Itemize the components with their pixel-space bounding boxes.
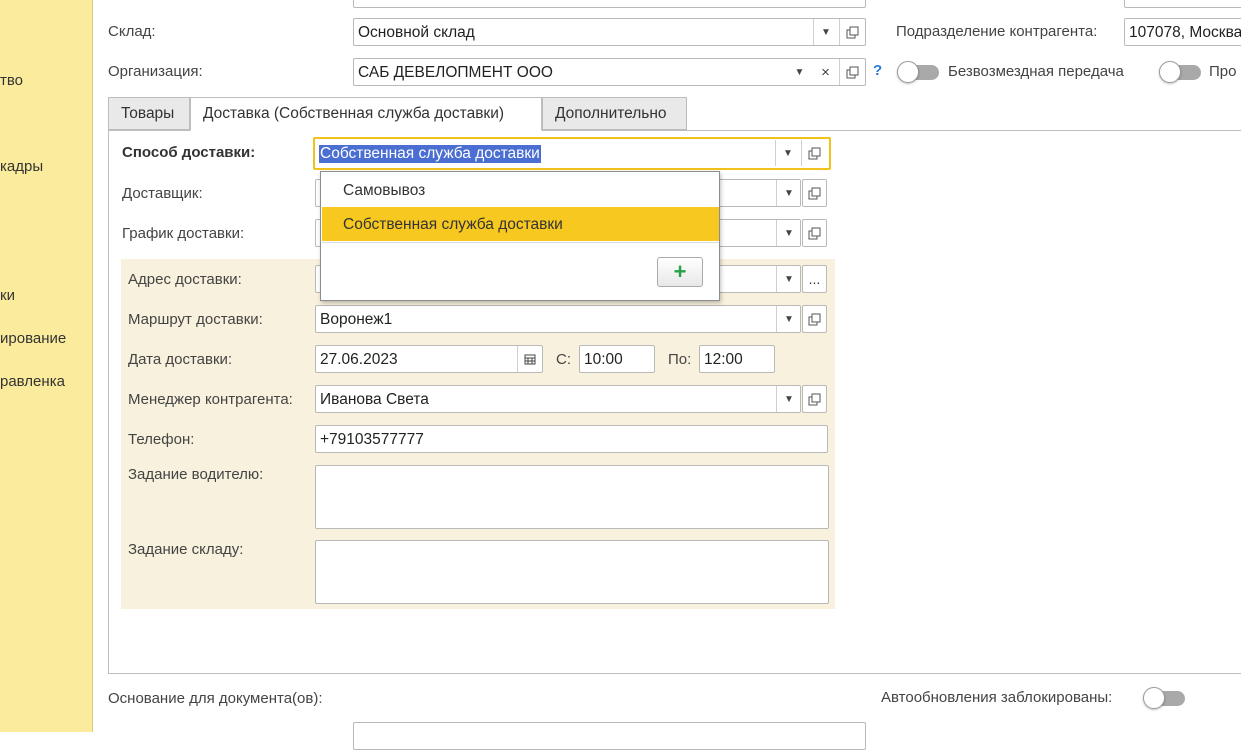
- delivery-method-dropdown: Самовывоз Собственная служба доставки +: [320, 171, 720, 301]
- auto-update-label: Автообновления заблокированы:: [881, 689, 1113, 706]
- chevron-down-icon[interactable]: ▼: [776, 386, 801, 412]
- clear-icon[interactable]: ×: [813, 59, 838, 85]
- date-value: 27.06.2023: [320, 351, 398, 368]
- open-icon[interactable]: [802, 305, 827, 333]
- free-transfer-toggle[interactable]: [897, 61, 939, 83]
- dropdown-option-pickup[interactable]: Самовывоз: [322, 173, 719, 207]
- route-field[interactable]: Воронеж1 ▼: [315, 305, 801, 333]
- date-label: Дата доставки:: [128, 351, 233, 368]
- warehouse-value: Основной склад: [358, 24, 475, 41]
- open-icon[interactable]: [839, 19, 864, 45]
- schedule-label: График доставки:: [122, 225, 245, 242]
- subdivision-value: 107078, Москва: [1129, 24, 1241, 41]
- subdivision-field[interactable]: 107078, Москва: [1124, 18, 1241, 46]
- sidebar-item-5[interactable]: равленка: [0, 373, 65, 390]
- chevron-down-icon[interactable]: ▼: [776, 266, 801, 292]
- to-time-field[interactable]: 12:00: [699, 345, 775, 373]
- manager-label: Менеджер контрагента:: [128, 391, 293, 408]
- tab-additional[interactable]: Дополнительно: [542, 97, 687, 130]
- phone-value: +79103577777: [320, 431, 424, 448]
- sidebar-item-4[interactable]: ирование: [0, 330, 66, 347]
- carrier-label: Доставщик:: [122, 185, 203, 202]
- sidebar-item-3[interactable]: ки: [0, 287, 15, 304]
- tab-delivery[interactable]: Доставка (Собственная служба доставки): [190, 97, 542, 131]
- open-icon[interactable]: [802, 385, 827, 413]
- chevron-down-icon[interactable]: ▼: [775, 140, 800, 166]
- date-field[interactable]: 27.06.2023: [315, 345, 543, 373]
- chevron-down-icon[interactable]: ▼: [813, 19, 838, 45]
- chevron-down-icon[interactable]: ▼: [776, 306, 801, 332]
- calendar-icon[interactable]: [517, 346, 542, 372]
- to-label: По:: [668, 351, 692, 368]
- cutoff-label: Про: [1209, 63, 1237, 80]
- delivery-method-label: Способ доставки:: [122, 144, 256, 161]
- delivery-method-value: Собственная служба доставки: [319, 145, 541, 163]
- manager-field[interactable]: Иванова Света ▼: [315, 385, 801, 413]
- phone-field[interactable]: +79103577777: [315, 425, 828, 453]
- address-label: Адрес доставки:: [128, 271, 242, 288]
- route-value: Воронеж1: [320, 311, 393, 328]
- from-time-field[interactable]: 10:00: [579, 345, 655, 373]
- top-right-cut-field[interactable]: [1124, 0, 1241, 8]
- to-time-value: 12:00: [704, 351, 743, 368]
- driver-task-field[interactable]: [315, 465, 829, 529]
- auto-update-toggle[interactable]: [1143, 687, 1185, 709]
- open-icon[interactable]: [802, 179, 827, 207]
- warehouse-task-field[interactable]: [315, 540, 829, 604]
- open-icon[interactable]: [802, 219, 827, 247]
- dropdown-option-own-service[interactable]: Собственная служба доставки: [322, 207, 719, 241]
- bottom-cut-field[interactable]: [353, 722, 866, 750]
- manager-value: Иванова Света: [320, 391, 429, 408]
- chevron-down-icon[interactable]: ▼: [776, 220, 801, 246]
- chevron-down-icon[interactable]: ▼: [787, 59, 812, 85]
- from-label: С:: [556, 351, 571, 368]
- driver-task-label: Задание водителю:: [128, 466, 264, 483]
- from-time-value: 10:00: [584, 351, 623, 368]
- sidebar-item-1[interactable]: тво: [0, 72, 23, 89]
- basis-label: Основание для документа(ов):: [108, 690, 323, 707]
- cutoff-toggle[interactable]: [1159, 61, 1201, 83]
- chevron-down-icon[interactable]: ▼: [776, 180, 801, 206]
- warehouse-label: Склад:: [108, 23, 156, 40]
- organization-label: Организация:: [108, 63, 203, 80]
- add-button[interactable]: +: [657, 257, 703, 287]
- open-icon[interactable]: [839, 59, 864, 85]
- dropdown-divider: [322, 242, 719, 243]
- delivery-method-field[interactable]: Собственная служба доставки ▼: [313, 137, 831, 170]
- sidebar-item-hr[interactable]: кадры: [0, 158, 43, 175]
- warehouse-task-label: Задание складу:: [128, 541, 244, 558]
- open-icon[interactable]: [801, 140, 826, 166]
- phone-label: Телефон:: [128, 431, 195, 448]
- organization-value: САБ ДЕВЕЛОПМЕНТ ООО: [358, 64, 553, 81]
- warehouse-field[interactable]: Основной склад ▼: [353, 18, 866, 46]
- subdivision-label: Подразделение контрагента:: [896, 23, 1098, 40]
- tab-goods[interactable]: Товары: [108, 97, 190, 130]
- route-label: Маршрут доставки:: [128, 311, 263, 328]
- help-icon[interactable]: ?: [873, 62, 882, 79]
- free-transfer-label: Безвозмездная передача: [948, 63, 1124, 80]
- plus-icon: +: [673, 259, 687, 284]
- more-button[interactable]: ...: [802, 265, 827, 293]
- sidebar: тво кадры ки ирование равленка: [0, 0, 93, 732]
- top-cut-field[interactable]: [353, 0, 866, 8]
- organization-field[interactable]: САБ ДЕВЕЛОПМЕНТ ООО ▼ ×: [353, 58, 866, 86]
